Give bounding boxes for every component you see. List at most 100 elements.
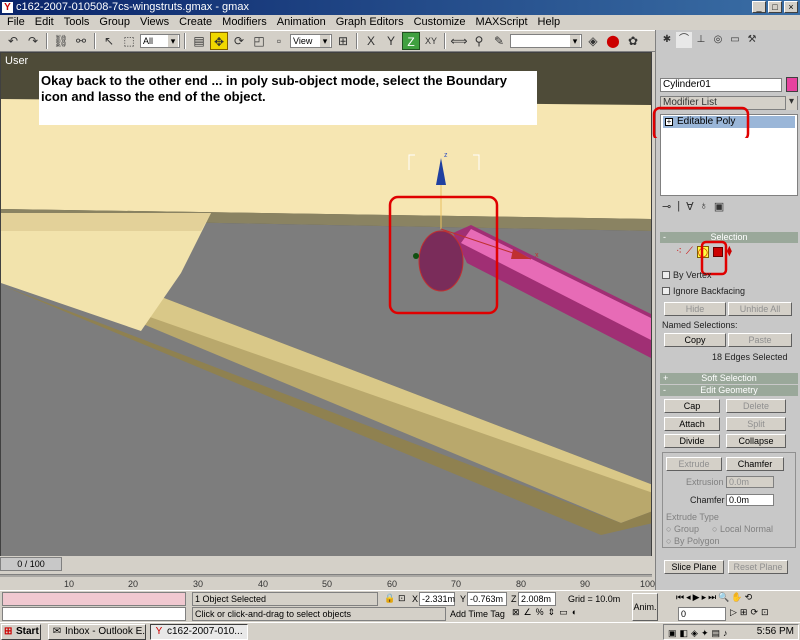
group-radio[interactable]: ○ Group: [666, 524, 699, 534]
scale-icon[interactable]: ◰: [250, 32, 268, 50]
x-coord-field[interactable]: -2.331m: [419, 592, 455, 606]
start-button[interactable]: ⊞ Start: [1, 624, 41, 640]
menu-group[interactable]: Group: [94, 15, 135, 30]
hierarchy-tab-icon[interactable]: ⊥: [693, 32, 709, 48]
region-select-icon[interactable]: ⬚: [120, 32, 138, 50]
track-bar[interactable]: 10 20 30 40 50 60 70 80 90 100: [0, 574, 655, 590]
render-icon[interactable]: ⬤: [604, 32, 622, 50]
divide-button[interactable]: Divide: [664, 434, 720, 448]
select-object-icon[interactable]: ↖: [100, 32, 118, 50]
scale-flyout-icon[interactable]: ▫: [270, 32, 288, 50]
percent-snap-icon[interactable]: %: [536, 607, 544, 618]
render-scene-icon[interactable]: ✿: [624, 32, 642, 50]
copy-button[interactable]: Copy: [664, 333, 726, 347]
field-of-view-icon[interactable]: ▷: [730, 607, 737, 618]
material-editor-icon[interactable]: ◈: [584, 32, 602, 50]
menu-tools[interactable]: Tools: [59, 15, 95, 30]
redo-icon[interactable]: ↷: [24, 32, 42, 50]
undo-icon[interactable]: ↶: [4, 32, 22, 50]
goto-end-icon[interactable]: ⏭: [708, 592, 716, 603]
minimize-button[interactable]: _: [752, 1, 766, 13]
frame-field[interactable]: 0: [678, 607, 726, 621]
tray-icon[interactable]: ✦: [701, 626, 709, 640]
snap-toggle-icon[interactable]: ⊠: [512, 607, 520, 618]
anim-button[interactable]: Anim.: [632, 593, 658, 621]
maximize-button[interactable]: □: [768, 1, 782, 13]
z-coord-field[interactable]: 2.008m: [518, 592, 556, 606]
tray-icon[interactable]: ▣: [668, 626, 677, 640]
zoom-extents-icon[interactable]: ⊞: [740, 607, 748, 618]
cap-button[interactable]: Cap: [664, 399, 720, 413]
menu-animation[interactable]: Animation: [272, 15, 331, 30]
orbit-icon[interactable]: ⟳: [750, 607, 758, 618]
pan-icon[interactable]: ✋: [731, 592, 742, 603]
taskbar-outlook[interactable]: ✉ Inbox - Outlook E...: [48, 624, 146, 640]
pin-stack-icon[interactable]: ⊸: [662, 200, 671, 216]
menu-graph-editors[interactable]: Graph Editors: [331, 15, 409, 30]
make-unique-icon[interactable]: ∀: [686, 200, 694, 216]
user-viewport[interactable]: z x User Okay back to the other end ... …: [0, 52, 652, 574]
volume-icon[interactable]: ♪: [723, 626, 728, 640]
by-vertex-checkbox[interactable]: By Vertex: [662, 270, 712, 280]
ignore-backfacing-checkbox[interactable]: Ignore Backfacing: [662, 286, 745, 296]
select-by-name-icon[interactable]: ▤: [190, 32, 208, 50]
unhide-all-button[interactable]: Unhide All: [728, 302, 792, 316]
zoom-icon[interactable]: 🔍: [718, 592, 729, 603]
menu-modifiers[interactable]: Modifiers: [217, 15, 272, 30]
remove-modifier-icon[interactable]: ♁: [700, 200, 708, 216]
extrude-button[interactable]: Extrude: [666, 457, 722, 471]
hide-button[interactable]: Hide: [664, 302, 726, 316]
tray-icon[interactable]: ▤: [712, 626, 721, 640]
menu-help[interactable]: Help: [533, 15, 566, 30]
angle-snap-icon[interactable]: ∠: [524, 607, 532, 618]
create-tab-icon[interactable]: ✱: [659, 32, 675, 48]
object-name-field[interactable]: Cylinder01: [660, 78, 782, 92]
lock-selection-icon[interactable]: 🔒: [384, 592, 395, 604]
time-slider-bar[interactable]: 0 / 100: [0, 556, 652, 574]
maximize-viewport-icon[interactable]: ⊡: [761, 607, 769, 618]
reset-plane-button[interactable]: Reset Plane: [728, 560, 788, 574]
by-polygon-radio[interactable]: ○ By Polygon: [666, 536, 719, 546]
chamfer-button[interactable]: Chamfer: [726, 457, 784, 471]
menu-create[interactable]: Create: [174, 15, 217, 30]
modify-tab-icon[interactable]: ⌒: [676, 32, 692, 48]
utilities-tab-icon[interactable]: ⚒: [744, 32, 760, 48]
reference-coord-dropdown[interactable]: View: [290, 34, 332, 48]
restrict-xy-icon[interactable]: XY: [422, 32, 440, 50]
chamfer-spinner[interactable]: 0.0m: [726, 494, 774, 506]
slice-plane-button[interactable]: Slice Plane: [664, 560, 724, 574]
prev-frame-icon[interactable]: ◂: [686, 592, 691, 603]
absolute-mode-icon[interactable]: ⊡: [398, 592, 406, 604]
split-button[interactable]: Split: [726, 417, 786, 431]
edit-geometry-rollout-header[interactable]: - Edit Geometry: [660, 385, 798, 396]
collapse-button[interactable]: Collapse: [726, 434, 786, 448]
soft-selection-rollout-header[interactable]: + Soft Selection: [660, 373, 798, 384]
y-coord-field[interactable]: -0.763m: [467, 592, 507, 606]
motion-tab-icon[interactable]: ◎: [710, 32, 726, 48]
vertex-icon[interactable]: ⁖: [676, 246, 682, 258]
restrict-z-icon[interactable]: Z: [402, 32, 420, 50]
menu-views[interactable]: Views: [135, 15, 174, 30]
snap-icon[interactable]: ✎: [490, 32, 508, 50]
link-icon[interactable]: ⛓: [52, 32, 70, 50]
configure-sets-icon[interactable]: ▣: [714, 200, 724, 216]
taskbar-gmax[interactable]: Y c162-2007-010...: [150, 624, 248, 640]
unlink-icon[interactable]: ⚯: [72, 32, 90, 50]
window-crossing-icon[interactable]: ▭: [559, 607, 568, 618]
menu-edit[interactable]: Edit: [30, 15, 59, 30]
rotate-icon[interactable]: ⟳: [230, 32, 248, 50]
object-color-swatch[interactable]: [786, 77, 798, 92]
menu-maxscript[interactable]: MAXScript: [471, 15, 533, 30]
goto-start-icon[interactable]: ⏮: [676, 592, 684, 603]
tray-icon[interactable]: ◈: [691, 626, 698, 640]
spinner-snap-icon[interactable]: ⇕: [548, 607, 556, 618]
local-normal-radio[interactable]: ○ Local Normal: [712, 524, 773, 534]
maxscript-mini-listener[interactable]: [2, 607, 186, 621]
clock[interactable]: 5:56 PM: [757, 625, 794, 639]
attach-button[interactable]: Attach: [664, 417, 720, 431]
next-frame-icon[interactable]: ▸: [702, 592, 707, 603]
menu-customize[interactable]: Customize: [409, 15, 471, 30]
move-icon[interactable]: ✥: [210, 32, 228, 50]
play-icon[interactable]: ▶: [693, 592, 700, 603]
show-end-result-icon[interactable]: |: [677, 200, 680, 216]
